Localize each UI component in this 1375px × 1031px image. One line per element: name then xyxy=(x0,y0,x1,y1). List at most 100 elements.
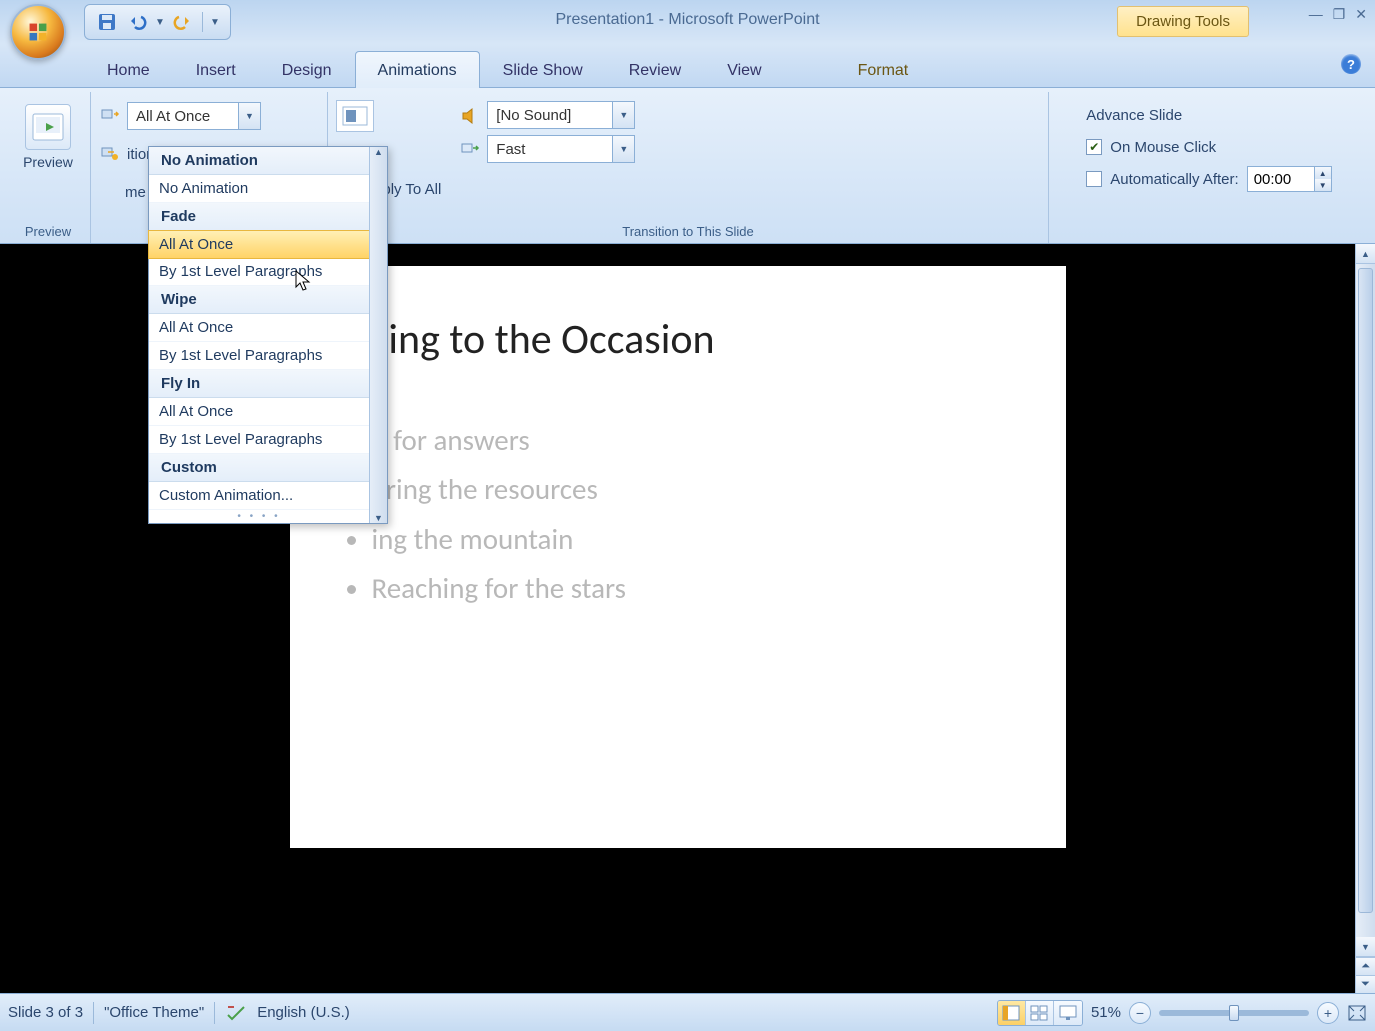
scroll-down-icon[interactable]: ▼ xyxy=(374,513,383,523)
dd-item-no-animation[interactable]: No Animation xyxy=(149,175,369,203)
language-status[interactable]: English (U.S.) xyxy=(257,1004,350,1021)
dd-header-custom: Custom xyxy=(149,454,369,482)
dd-header-fade: Fade xyxy=(149,203,369,231)
tab-view[interactable]: View xyxy=(704,51,784,88)
dd-header-wipe: Wipe xyxy=(149,286,369,314)
normal-view-button[interactable] xyxy=(998,1001,1026,1025)
quick-access-toolbar: ▼ ▼ xyxy=(84,4,231,40)
bullet-item: ing the mountain xyxy=(372,515,627,564)
preview-button[interactable]: Preview xyxy=(14,100,82,174)
slide-number-status: Slide 3 of 3 xyxy=(8,1004,83,1021)
auto-after-label: Automatically After: xyxy=(1110,171,1238,188)
tab-format[interactable]: Format xyxy=(835,51,932,88)
transition-sound-dropdown[interactable]: [No Sound] ▼ xyxy=(487,101,635,129)
prev-slide-button[interactable]: ⏶ xyxy=(1356,957,1375,975)
auto-after-checkbox[interactable] xyxy=(1086,171,1102,187)
dd-item-custom-animation[interactable]: Custom Animation... xyxy=(149,482,369,510)
close-button[interactable]: ✕ xyxy=(1355,6,1367,23)
group-advance-slide: Advance Slide ✔ On Mouse Click Automatic… xyxy=(1049,92,1369,243)
titlebar: ▼ ▼ Presentation1 - Microsoft PowerPoint… xyxy=(0,0,1375,44)
help-button[interactable]: ? xyxy=(1341,54,1361,74)
zoom-in-button[interactable]: + xyxy=(1317,1002,1339,1024)
zoom-slider-thumb[interactable] xyxy=(1229,1005,1239,1021)
bullet-item: ering the resources xyxy=(372,465,627,514)
tab-review[interactable]: Review xyxy=(606,51,704,88)
undo-dropdown[interactable]: ▼ xyxy=(153,17,167,28)
on-mouse-click-label: On Mouse Click xyxy=(1110,139,1216,156)
save-button[interactable] xyxy=(93,9,121,35)
on-mouse-click-checkbox[interactable]: ✔ xyxy=(1086,139,1102,155)
scroll-up-button[interactable]: ▲ xyxy=(1356,244,1375,264)
time-up-button[interactable]: ▲ xyxy=(1315,167,1331,179)
chevron-down-icon[interactable]: ▼ xyxy=(612,136,634,162)
transition-gallery[interactable] xyxy=(336,100,441,132)
window-controls: — ❐ ✕ xyxy=(1309,6,1367,23)
next-slide-button[interactable]: ⏷ xyxy=(1356,975,1375,993)
group-preview: Preview Preview xyxy=(6,92,91,243)
statusbar: Slide 3 of 3 "Office Theme" English (U.S… xyxy=(0,993,1375,1031)
tab-animations[interactable]: Animations xyxy=(355,51,480,88)
sound-value: [No Sound] xyxy=(488,107,612,124)
dd-item-wipe-all-at-once[interactable]: All At Once xyxy=(149,314,369,342)
theme-status: "Office Theme" xyxy=(104,1004,204,1021)
advance-slide-header: Advance Slide xyxy=(1086,102,1331,128)
tab-insert[interactable]: Insert xyxy=(173,51,259,88)
transition-none[interactable] xyxy=(336,100,374,132)
animate-value: All At Once xyxy=(128,108,238,125)
dd-item-fly-in-all-at-once[interactable]: All At Once xyxy=(149,398,369,426)
dropdown-scrollbar[interactable]: ▲ ▼ xyxy=(369,147,387,523)
slide-title[interactable]: Rising to the Occasion xyxy=(340,314,715,365)
tab-design[interactable]: Design xyxy=(259,51,355,88)
scroll-up-icon[interactable]: ▲ xyxy=(374,147,383,157)
auto-after-time-value[interactable] xyxy=(1248,167,1314,191)
animate-dropdown[interactable]: All At Once ▼ xyxy=(127,102,261,130)
scrollbar-thumb[interactable] xyxy=(1358,268,1373,913)
restore-button[interactable]: ❐ xyxy=(1333,6,1346,23)
custom-animation-icon xyxy=(99,143,121,165)
zoom-slider[interactable] xyxy=(1159,1010,1309,1016)
dd-item-fade-all-at-once[interactable]: All At Once xyxy=(148,230,370,259)
contextual-tab-drawing-tools: Drawing Tools xyxy=(1117,6,1249,37)
office-button[interactable] xyxy=(10,4,66,60)
speed-icon xyxy=(459,138,481,160)
undo-button[interactable] xyxy=(123,9,151,35)
preview-label: Preview xyxy=(23,154,73,170)
sound-icon xyxy=(459,104,481,126)
view-buttons xyxy=(997,1000,1083,1026)
fit-to-window-button[interactable] xyxy=(1347,1004,1367,1022)
vertical-scrollbar[interactable]: ▲ ▼ ⏶ ⏷ xyxy=(1355,244,1375,993)
partial-text-me: me xyxy=(125,184,146,201)
minimize-button[interactable]: — xyxy=(1309,6,1323,23)
group-preview-label: Preview xyxy=(14,221,82,243)
sorter-view-button[interactable] xyxy=(1026,1001,1054,1025)
group-transition: Apply To All [No Sound] ▼ xyxy=(328,92,1049,243)
slide-canvas[interactable]: Rising to the Occasion h for answers eri… xyxy=(290,266,1066,848)
bullet-item: Reaching for the stars xyxy=(372,564,627,613)
chevron-down-icon[interactable]: ▼ xyxy=(238,103,260,129)
time-down-button[interactable]: ▼ xyxy=(1315,179,1331,191)
dd-header-fly-in: Fly In xyxy=(149,370,369,398)
animate-icon xyxy=(99,105,121,127)
redo-button[interactable] xyxy=(169,9,197,35)
dd-header-no-animation: No Animation xyxy=(149,147,369,175)
speed-value: Fast xyxy=(488,141,612,158)
zoom-out-button[interactable]: − xyxy=(1129,1002,1151,1024)
qat-customize-dropdown[interactable]: ▼ xyxy=(208,17,222,28)
dd-item-wipe-by-1st[interactable]: By 1st Level Paragraphs xyxy=(149,342,369,370)
zoom-value[interactable]: 51% xyxy=(1091,1004,1121,1021)
slideshow-view-button[interactable] xyxy=(1054,1001,1082,1025)
chevron-down-icon[interactable]: ▼ xyxy=(612,102,634,128)
transition-speed-dropdown[interactable]: Fast ▼ xyxy=(487,135,635,163)
group-transition-label: Transition to This Slide xyxy=(336,221,1040,243)
animate-dropdown-menu: No Animation No Animation Fade All At On… xyxy=(148,146,388,524)
dropdown-resize-handle[interactable]: • • • • xyxy=(149,510,369,523)
bullet-item: h for answers xyxy=(372,416,627,465)
tab-home[interactable]: Home xyxy=(84,51,173,88)
scroll-down-button[interactable]: ▼ xyxy=(1356,937,1375,957)
tab-slide-show[interactable]: Slide Show xyxy=(480,51,606,88)
auto-after-time-spinner[interactable]: ▲ ▼ xyxy=(1247,166,1332,192)
ribbon-tabs: Home Insert Design Animations Slide Show… xyxy=(0,44,1375,88)
spellcheck-icon[interactable] xyxy=(225,1003,247,1023)
dd-item-fly-in-by-1st[interactable]: By 1st Level Paragraphs xyxy=(149,426,369,454)
dd-item-fade-by-1st[interactable]: By 1st Level Paragraphs xyxy=(149,258,369,286)
